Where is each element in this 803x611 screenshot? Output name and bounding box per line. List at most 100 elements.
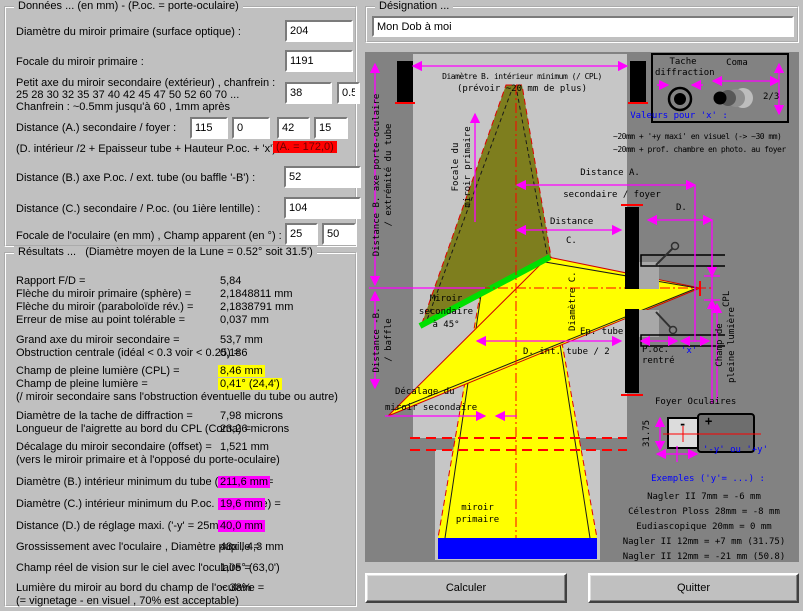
plus-eyepiece-icon: + <box>705 415 712 427</box>
eyepiece-focal-input[interactable] <box>285 223 318 245</box>
exemple-item: Eudiascopique 20mm = 0 mm <box>636 522 771 532</box>
distance-a-input-4[interactable] <box>314 117 348 139</box>
result-label: Flèche du miroir primaire (sphère) = <box>16 288 191 300</box>
valeurs-x-line1: ~20mm + '+y maxi' en visuel (-> ~30 mm) <box>613 131 781 143</box>
dist-mb-line1: Distance -B. <box>372 307 382 372</box>
result-value: 0,186 <box>220 347 248 359</box>
coma-label: Coma <box>717 57 757 69</box>
diffraction-spot-label: Tachediffraction <box>655 57 711 79</box>
primary-focal-label: Focale du miroir primaire : <box>16 56 144 68</box>
secondary-axis-label-3: Chanfrein : ~0.5mm jusqu'à 60 , 1mm aprè… <box>16 101 230 113</box>
poc-rentre-label: P.oc.rentré <box>642 345 675 367</box>
result-value-highlight: 19,6 mm <box>218 498 265 510</box>
distance-c-diagram-label-1: Distance <box>550 216 593 228</box>
resultats-title-text: Résultats ... <box>18 246 76 258</box>
distance-c-input[interactable] <box>284 197 361 219</box>
result-label: Distance (D.) de réglage maxi. ('-y' = 2… <box>16 520 241 532</box>
result-label: Décalage du miroir secondaire (offset) = <box>16 441 212 453</box>
barrel-size-label: 31.75 <box>641 413 653 447</box>
distance-d-diagram-label: D. <box>676 202 687 214</box>
distance-a-sub-label: (D. intérieur /2 + Epaisseur tube + Haut… <box>16 143 276 155</box>
poc-line2: rentré <box>642 356 675 366</box>
valeurs-x-line2: ~20mm + prof. chambre en photo. au foyer <box>613 144 786 156</box>
miroir-sec-line3: à 45° <box>432 320 459 330</box>
result-value: ~ 38% <box>220 582 252 594</box>
poc-line1: P.oc. <box>642 345 669 355</box>
quitter-button[interactable]: Quitter <box>588 573 799 603</box>
distance-a-input-1[interactable] <box>190 117 228 139</box>
primary-diameter-label: Diamètre du miroir primaire (surface opt… <box>16 26 241 38</box>
distance-a-input-3[interactable] <box>277 117 310 139</box>
result-label: Diamètre de la tache de diffraction = <box>16 410 193 422</box>
secondary-axis-label-2: 25 28 30 32 35 37 40 42 45 47 50 52 60 7… <box>16 89 239 101</box>
result-value-highlight: 211,6 mm <box>218 476 270 488</box>
exemple-item: Nagler II 12mm = +7 mm (31.75) <box>623 537 786 547</box>
exemple-item: Nagler II 7mm = -6 mm <box>647 492 761 502</box>
result-note: (vers le miroir primaire et à l'opposé d… <box>16 454 280 466</box>
champ-line2: pleine lumière <box>727 307 737 383</box>
cpl-mm-value: 8,46 mm <box>218 365 265 377</box>
group-resultats: Résultats ... (Diamètre moyen de la Lune… <box>4 252 357 607</box>
result-label: Flèche du miroir (paraboloïde rév.) = <box>16 301 193 313</box>
distance-b-label: Distance (B.) axe P.oc. / ext. tube (ou … <box>16 172 255 184</box>
result-label: Champ de pleine lumière (CPL) = <box>16 365 180 377</box>
app-window: Données ... (en mm) - (P.oc. = porte-ocu… <box>0 0 803 611</box>
result-label: Grand axe du miroir secondaire = <box>16 334 180 346</box>
result-label: Obstruction centrale (idéal < 0.3 voir <… <box>16 347 240 359</box>
distance-a-input-2[interactable] <box>232 117 270 139</box>
result-value: 2,1838791 mm <box>220 301 293 313</box>
resultats-subtitle-text: (Diamètre moyen de la Lune = 0.52° soit … <box>85 246 313 258</box>
result-value: 48x , 4,3 mm <box>220 541 284 553</box>
exemple-item: Célestron Ploss 28mm = -8 mm <box>628 507 780 517</box>
result-value: 53,7 mm <box>220 334 263 346</box>
tube-min-diameter-label: Diamètre B. intérieur minimum (/ CPL) <box>427 71 617 83</box>
group-designation: Désignation ... <box>365 6 799 43</box>
result-value-highlight: 40,0 mm <box>218 520 265 532</box>
result-value: 1,05° (63,0') <box>220 562 280 574</box>
tube-min-diameter-value: 211,6 mm <box>218 476 270 488</box>
poc-min-diameter-value: 19,6 mm <box>218 498 265 510</box>
ep-tube-label: Ep. tube <box>580 326 623 338</box>
distance-c-label: Distance (C.) secondaire / P.oc. (ou 1iè… <box>16 203 260 215</box>
result-value: 23,26 microns <box>220 423 289 435</box>
full-light-field-label: Champ depleine lumière <box>714 303 738 387</box>
x-value-label: 'x' <box>681 345 697 357</box>
dist-b-axe-line1: Distance B. axe porte-oculaire <box>372 94 382 257</box>
champ-line1: Champ de <box>715 323 725 366</box>
valeurs-x-title: Valeurs pour 'x' : <box>623 110 735 122</box>
diametre-c-label: Diamètre C. <box>567 269 579 331</box>
tache-line1: Tache <box>669 57 696 67</box>
tache-line2: diffraction <box>655 68 715 78</box>
secondary-axis-input[interactable] <box>285 82 332 104</box>
secondary-mirror-label: Miroirsecondaireà 45° <box>410 293 482 332</box>
dist-b-axe-line2: / extrémité du tube <box>384 124 394 227</box>
focale-line1: Focale du <box>451 143 461 192</box>
distance-a-alert-badge: (A. = 172,0) <box>273 141 337 153</box>
primary-diameter-input[interactable] <box>285 20 353 42</box>
exemples-title: Exemples ('y'= ...) : <box>623 473 793 485</box>
distance-b-input[interactable] <box>284 166 361 188</box>
d-int-tube-label: D. int. tube / 2 <box>523 346 610 358</box>
exemples-list: Nagler II 7mm = -6 mm Célestron Ploss 28… <box>610 490 798 565</box>
distance-c-diagram-label-2: C. <box>566 235 577 247</box>
telescope-diagram: Diamètre B. intérieur minimum (/ CPL) (p… <box>365 52 799 562</box>
calculer-button[interactable]: Calculer <box>365 573 567 603</box>
chamfer-input[interactable] <box>337 82 360 104</box>
result-value-highlight: 8,46 mm <box>218 365 265 377</box>
result-value: 2,1848811 mm <box>220 288 293 300</box>
y-direction-label: '-y' ou '+y' <box>703 444 768 456</box>
primary-focal-input[interactable] <box>285 50 353 72</box>
group-resultats-title: Résultats ... (Diamètre moyen de la Lune… <box>14 246 317 258</box>
result-value: 1,521 mm <box>220 441 269 453</box>
minus-eyepiece-icon: - <box>679 418 686 430</box>
result-value: 5,84 <box>220 275 241 287</box>
result-label: Champ de pleine lumière = <box>16 378 148 390</box>
apparent-field-input[interactable] <box>322 223 356 245</box>
designation-input[interactable] <box>372 16 794 37</box>
result-label: Champ réel de vision sur le ciel avec l'… <box>16 562 251 574</box>
result-value: 0,037 mm <box>220 314 269 326</box>
focale-line2: miroir primaire <box>463 126 473 207</box>
miroir-prim-line1: miroir <box>461 503 494 513</box>
primary-focal-diagram-label: Focale dumiroir primaire <box>450 112 474 222</box>
result-label: Erreur de mise au point tolérable = <box>16 314 185 326</box>
